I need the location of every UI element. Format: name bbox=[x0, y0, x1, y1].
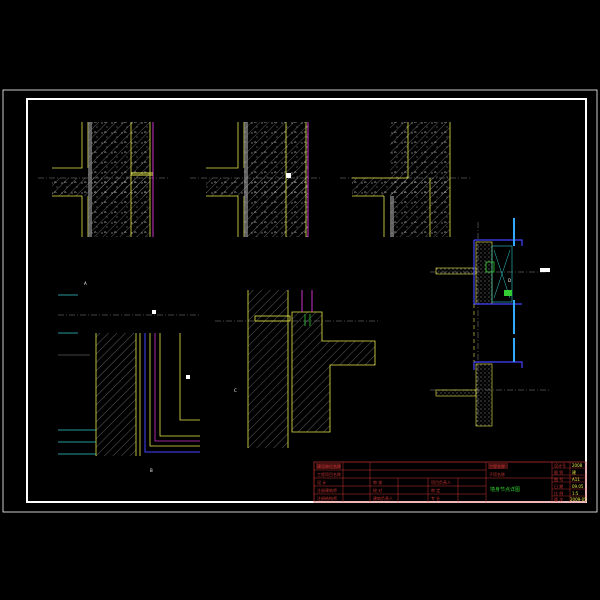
tb-mid-label-1: 审 定 bbox=[431, 487, 440, 493]
detail-3 bbox=[340, 122, 470, 237]
tb-right-value-0: 2008 bbox=[572, 463, 583, 468]
tb-right-value-1: 建 bbox=[572, 469, 576, 475]
note-d: D bbox=[508, 278, 511, 283]
tb-label-4: 注册结构师 bbox=[317, 495, 337, 501]
tb-mid-4: 建筑负责人 bbox=[373, 495, 393, 501]
tb-mid-label-2: 专 业 bbox=[431, 495, 440, 501]
tb-right-label-4: 比 例 bbox=[554, 490, 563, 496]
tb-right-value-5: 2009-05 bbox=[570, 497, 587, 502]
detail-6: D bbox=[430, 218, 550, 427]
tb-label-1: 工程项目名称 bbox=[317, 471, 341, 477]
tb-right-label-3: 日 期 bbox=[554, 483, 563, 489]
tb-label-3: 注册建筑师 bbox=[317, 487, 337, 493]
drawing-sheet: A B C D 建设单位名称 工程项目名称 设 计 注册建筑师 注册结构师 审 … bbox=[2, 89, 598, 513]
detail-2 bbox=[190, 122, 320, 237]
tb-right-value-4: 1:5 bbox=[572, 491, 579, 496]
detail-5: C bbox=[215, 290, 378, 448]
tb-mid-label-0: 项目负责人 bbox=[431, 479, 451, 485]
tb-mid-2: 审 核 bbox=[373, 479, 382, 485]
tb-right-value-3: 09.05 bbox=[572, 484, 584, 489]
tb-right-label-2: 图 号 bbox=[554, 476, 563, 482]
title-block: 建设单位名称 工程项目名称 设 计 注册建筑师 注册结构师 审 核 校 对 建筑… bbox=[313, 461, 587, 503]
note-a: A bbox=[84, 281, 87, 286]
note-b: B bbox=[150, 468, 153, 473]
tb-right-value-2: A11 bbox=[572, 477, 580, 482]
tb-label-2: 设 计 bbox=[317, 479, 326, 485]
cad-drawing-canvas: A B C D 建设单位名称 工程项目名称 设 计 注册建筑师 注册结构师 审 … bbox=[0, 0, 600, 600]
tb-right-label-0: 设计号 bbox=[554, 462, 566, 468]
detail-1 bbox=[38, 122, 168, 237]
detail-4: A B bbox=[58, 281, 200, 473]
drawing-title: 墙身节点详图 bbox=[490, 486, 520, 493]
tb-mid-3: 校 对 bbox=[373, 487, 382, 493]
tb-project-0: 工程名称 bbox=[489, 463, 505, 469]
tb-right-label-5: 版 次 bbox=[554, 496, 563, 502]
tb-right-label-1: 图 别 bbox=[554, 469, 563, 475]
tb-label-0: 建设单位名称 bbox=[317, 463, 341, 469]
note-c: C bbox=[234, 388, 237, 393]
tb-project-1: 子项名称 bbox=[489, 471, 505, 477]
